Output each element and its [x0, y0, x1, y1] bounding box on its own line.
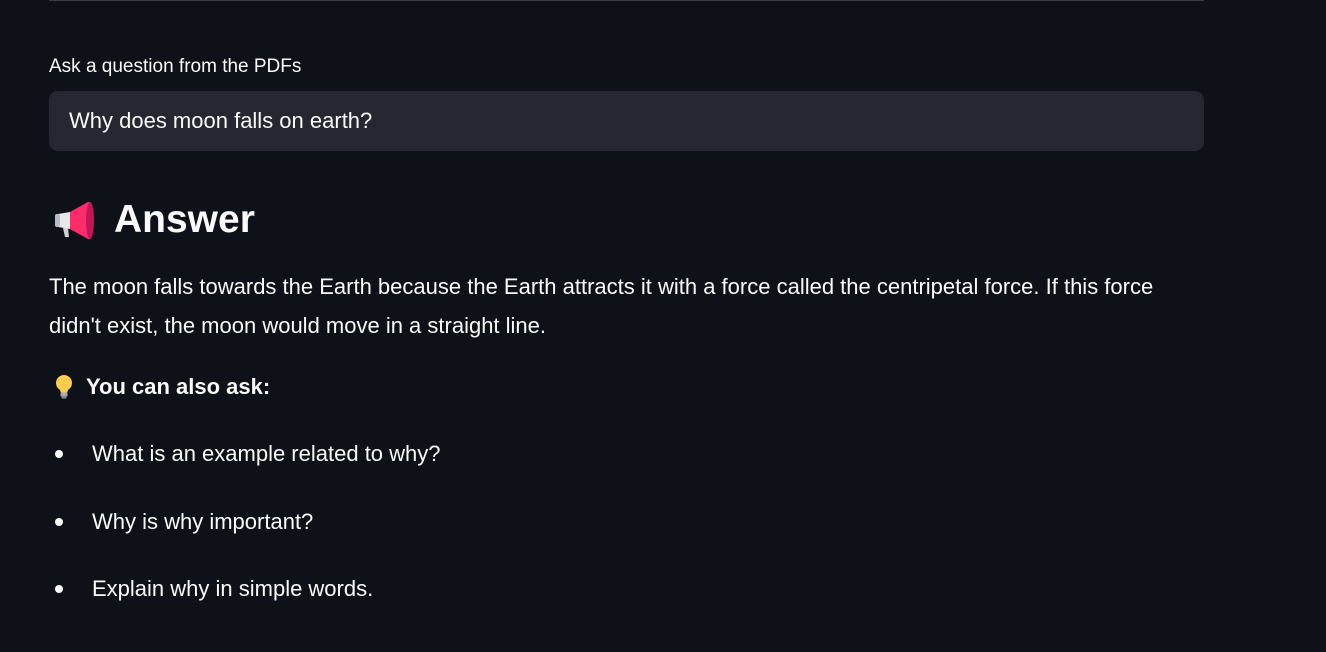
- bullet-dot: [55, 517, 63, 526]
- suggestion-text: Explain why in simple words.: [92, 576, 374, 601]
- suggestion-text: What is an example related to why?: [92, 441, 441, 466]
- bullet-dot: [55, 585, 63, 593]
- suggestion-text: Why is why important?: [92, 508, 314, 534]
- suggestions-list: What is an example related to why? Why i…: [49, 436, 441, 639]
- divider: [49, 0, 1204, 1]
- main-content: Ask a question from the PDFs Answer The …: [0, 0, 1326, 652]
- suggestion-item[interactable]: What is an example related to why?: [49, 436, 441, 472]
- bullet-dot: [55, 450, 63, 458]
- suggestions-heading: You can also ask:: [53, 372, 270, 402]
- question-input[interactable]: [49, 91, 1204, 151]
- suggestions-heading-text: You can also ask:: [86, 374, 271, 399]
- megaphone-icon: [55, 202, 94, 239]
- suggestion-item[interactable]: Explain why in simple words.: [49, 571, 441, 607]
- answer-heading: Answer: [52, 192, 255, 248]
- question-label: Ask a question from the PDFs: [49, 56, 302, 77]
- light-bulb-icon: [56, 375, 72, 399]
- answer-heading-text: Answer: [114, 198, 255, 241]
- answer-text: The moon falls towards the Earth because…: [49, 274, 1154, 338]
- suggestion-item[interactable]: Why is why important?: [49, 504, 441, 540]
